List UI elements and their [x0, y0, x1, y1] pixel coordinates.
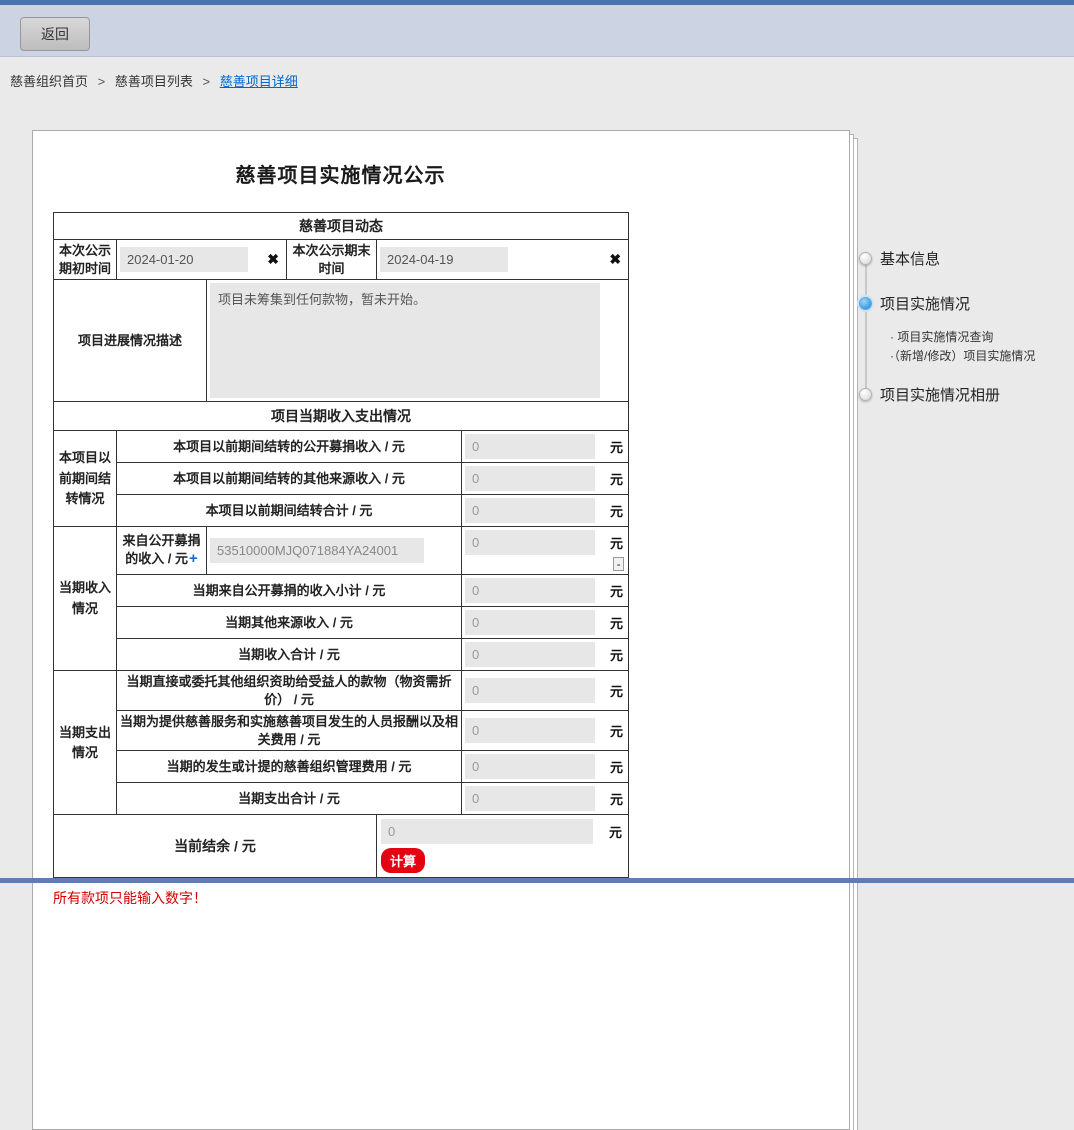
main-content: 慈善项目实施情况公示 慈善项目动态 本次公示期初时间 ✖ 本次公示期末时间	[0, 102, 1074, 892]
carryover-row-label: 本项目以前期间结转合计 / 元	[117, 495, 462, 527]
expense-row-label: 当期支出合计 / 元	[117, 783, 462, 815]
progress-description-textarea[interactable]: 项目未筹集到任何款物，暂未开始。	[210, 283, 600, 398]
unit-label: 元	[610, 581, 625, 600]
carryover-other-income-input[interactable]	[465, 466, 595, 491]
expense-total-input[interactable]	[465, 786, 595, 811]
unit-label: 元	[610, 789, 625, 808]
expense-row-label: 当期为提供慈善服务和实施慈善项目发生的人员报酬以及相关费用 / 元	[117, 711, 462, 751]
unit-label: 元	[610, 645, 625, 664]
unit-label: 元	[610, 613, 625, 632]
period-start-label: 本次公示期初时间	[54, 240, 117, 280]
calculate-button[interactable]: 计算	[381, 848, 425, 873]
expense-management-input[interactable]	[465, 754, 595, 779]
breadcrumb-home: 慈善组织首页	[10, 74, 88, 89]
breadcrumb: 慈善组织首页 > 慈善项目列表 > 慈善项目详细	[0, 57, 1074, 102]
nav-implementation-status-label: 项目实施情况	[880, 293, 970, 314]
unit-label: 元	[609, 822, 624, 841]
unit-label: 元	[610, 757, 625, 776]
income-public-subtotal-input[interactable]	[465, 578, 595, 603]
unit-label: 元	[610, 437, 625, 456]
timeline-connector	[865, 258, 867, 394]
expense-personnel-input[interactable]	[465, 718, 595, 743]
expense-row-label: 当期直接或委托其他组织资助给受益人的款物（物资需折价） / 元	[117, 671, 462, 711]
period-end-input[interactable]	[380, 247, 508, 272]
unit-label: 元	[610, 501, 625, 520]
expense-beneficiary-input[interactable]	[465, 678, 595, 703]
nav-basic-info-label: 基本信息	[880, 248, 940, 269]
breadcrumb-project-list: 慈善项目列表	[115, 74, 193, 89]
progress-description-label: 项目进展情况描述	[54, 280, 207, 402]
nav-implementation-edit[interactable]: ·（新增/修改）项目实施情况	[890, 347, 1035, 364]
period-end-label: 本次公示期末时间	[287, 240, 377, 280]
form-paper: 慈善项目实施情况公示 慈善项目动态 本次公示期初时间 ✖ 本次公示期末时间	[32, 130, 850, 1130]
income-row-label: 当期收入合计 / 元	[117, 639, 462, 671]
unit-label: 元	[610, 721, 625, 740]
topbar: 返回	[0, 5, 1074, 57]
breadcrumb-separator: >	[98, 74, 106, 89]
expense-row-label: 当期的发生或计提的慈善组织管理费用 / 元	[117, 751, 462, 783]
project-implementation-form-table: 慈善项目动态 本次公示期初时间 ✖ 本次公示期末时间 ✖	[53, 212, 629, 878]
add-donation-record-icon[interactable]: +	[189, 550, 198, 567]
nav-implementation-album[interactable]: 项目实施情况相册	[859, 384, 1000, 405]
numeric-only-warning: 所有款项只能输入数字！	[53, 888, 849, 908]
nav-implementation-status[interactable]: 项目实施情况	[859, 293, 970, 314]
carryover-row-label: 本项目以前期间结转的其他来源收入 / 元	[117, 463, 462, 495]
income-other-input[interactable]	[465, 610, 595, 635]
clear-period-end-icon[interactable]: ✖	[609, 251, 621, 268]
income-row-label: 当期来自公开募捐的收入小计 / 元	[117, 575, 462, 607]
bottom-accent-line	[0, 878, 1074, 883]
step-circle-icon	[859, 252, 872, 265]
income-total-input[interactable]	[465, 642, 595, 667]
income-group-label: 当期收入情况	[54, 527, 117, 671]
breadcrumb-separator: >	[203, 74, 211, 89]
expense-group-label: 当期支出情况	[54, 671, 117, 815]
balance-input[interactable]	[381, 819, 593, 844]
carryover-group-label: 本项目以前期间结转情况	[54, 431, 117, 527]
carryover-total-input[interactable]	[465, 498, 595, 523]
step-navigation: 基本信息 项目实施情况 · 项目实施情况查询 ·（新增/修改）项目实施情况 项目…	[852, 242, 1074, 432]
breadcrumb-project-detail-link[interactable]: 慈善项目详细	[220, 74, 298, 89]
unit-label: 元	[610, 469, 625, 488]
donation-amount-input[interactable]	[465, 530, 595, 555]
nav-implementation-album-label: 项目实施情况相册	[880, 384, 1000, 405]
balance-label: 当前结余 / 元	[54, 815, 377, 878]
nav-implementation-query[interactable]: · 项目实施情况查询	[890, 328, 993, 345]
clear-period-start-icon[interactable]: ✖	[267, 251, 279, 268]
carryover-row-label: 本项目以前期间结转的公开募捐收入 / 元	[117, 431, 462, 463]
unit-label: 元	[610, 533, 625, 552]
section-header-project-dynamics: 慈善项目动态	[54, 213, 629, 240]
period-start-input[interactable]	[120, 247, 248, 272]
donation-credential-input[interactable]	[210, 538, 424, 563]
page-title: 慈善项目实施情况公示	[53, 159, 628, 188]
step-circle-icon	[859, 388, 872, 401]
section-header-income-expense: 项目当期收入支出情况	[54, 402, 629, 431]
back-button[interactable]: 返回	[20, 17, 90, 51]
carryover-public-income-input[interactable]	[465, 434, 595, 459]
step-circle-active-icon	[859, 297, 872, 310]
remove-donation-record-button[interactable]: -	[613, 557, 624, 571]
nav-basic-info[interactable]: 基本信息	[859, 248, 940, 269]
income-row-label: 当期其他来源收入 / 元	[117, 607, 462, 639]
unit-label: 元	[610, 681, 625, 700]
